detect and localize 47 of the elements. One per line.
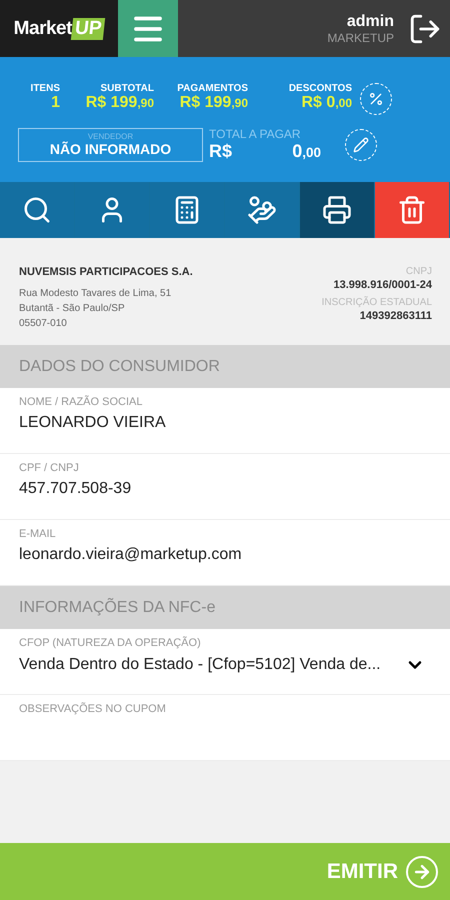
section-header: INFORMAÇÕES DA NFC-e: [0, 586, 450, 629]
currency: R$: [209, 141, 232, 162]
stat-label: PAGAMENTOS: [177, 83, 248, 94]
stat-label: ITENS: [30, 83, 60, 94]
user-name: admin: [346, 12, 394, 30]
trash-icon: [397, 195, 427, 225]
menu-button[interactable]: [118, 0, 178, 57]
address-line: 05507-010: [19, 318, 68, 329]
percent-button[interactable]: [360, 83, 392, 115]
person-button[interactable]: [75, 182, 150, 238]
hand-coins-icon: [247, 195, 277, 225]
cash-register-button[interactable]: [150, 182, 225, 238]
stat-label: SUBTOTAL: [100, 83, 154, 94]
seller-button[interactable]: VENDEDOR NÃO INFORMADO: [18, 128, 203, 162]
search-button[interactable]: [0, 182, 75, 238]
search-icon: [22, 195, 52, 225]
printer-icon: [322, 195, 352, 225]
hand-coins-button[interactable]: [225, 182, 300, 238]
pencil-icon: [353, 136, 369, 152]
percent-icon: [368, 91, 384, 107]
edit-button[interactable]: [345, 128, 377, 160]
printer-button[interactable]: [300, 182, 375, 238]
amount: 1: [51, 94, 60, 112]
section-header: DADOS DO CONSUMIDOR: [0, 345, 450, 388]
field-label: CPF / CNPJ: [19, 462, 80, 474]
field-label: CFOP (NATUREZA DA OPERAÇÃO): [19, 637, 202, 649]
amount: R$ 199,90: [180, 94, 248, 112]
company-name: NUVEMSIS PARTICIPACOES S.A.: [19, 266, 193, 278]
input-field[interactable]: LEONARDO VIEIRA: [19, 414, 431, 432]
input-field[interactable]: 457.707.508-39: [19, 480, 431, 498]
address-line: Butantã - São Paulo/SP: [19, 303, 126, 314]
input-field[interactable]: leonardo.vieira@marketup.com: [19, 546, 431, 564]
field-label: NOME / RAZÃO SOCIAL: [19, 396, 144, 408]
logo: MarketUP: [0, 0, 118, 57]
address-line: Rua Modesto Tavares de Lima, 51: [19, 288, 172, 299]
amount: R$ 199,90: [86, 94, 154, 112]
amount: R$ 0,00: [302, 94, 352, 112]
stat-label: DESCONTOS: [288, 83, 352, 94]
dropdown-field[interactable]: Venda Dentro do Estado - [Cfop=5102] Venda de...: [19, 655, 431, 675]
total-amount: 0,00: [292, 141, 321, 162]
field-label: E-MAIL: [19, 528, 57, 540]
user-company: MARKETUP: [327, 30, 394, 44]
id-value: 13.998.916/0001-24: [334, 279, 432, 291]
total-label: TOTAL A PAGAR: [209, 127, 302, 141]
field-label: OBSERVAÇÕES NO CUPOM: [19, 703, 167, 715]
trash-button[interactable]: [375, 182, 450, 238]
id-value: 149392863111: [360, 310, 432, 322]
